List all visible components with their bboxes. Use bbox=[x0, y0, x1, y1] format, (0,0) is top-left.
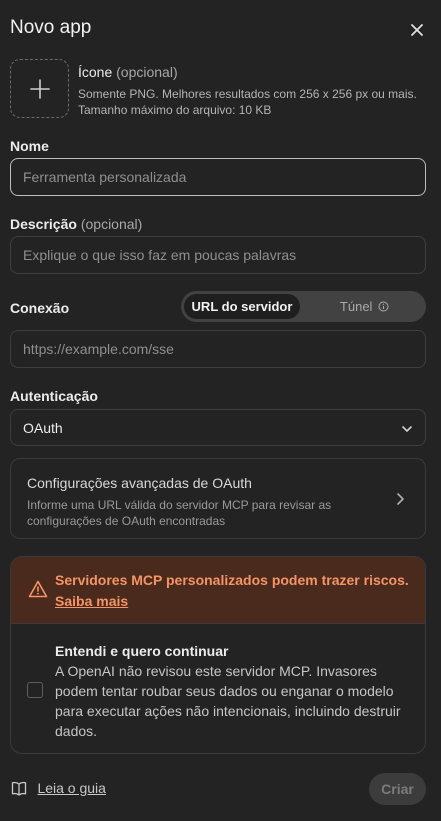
advanced-oauth-settings[interactable]: Configurações avançadas de OAuth Informe… bbox=[10, 458, 426, 539]
read-guide-label: Leia o guia bbox=[37, 780, 106, 796]
icon-upload-button[interactable] bbox=[10, 59, 69, 118]
connection-option-tunnel[interactable]: Túnel bbox=[306, 294, 423, 319]
risk-warning-banner: Servidores MCP personalizados podem traz… bbox=[11, 557, 425, 623]
description-label-text: Descrição bbox=[10, 216, 77, 232]
close-icon bbox=[411, 24, 423, 36]
icon-label: Ícone (opcional) bbox=[78, 64, 178, 80]
description-optional-text: (opcional) bbox=[80, 216, 143, 232]
connection-label: Conexão bbox=[10, 300, 70, 316]
chevron-down-icon bbox=[402, 426, 412, 432]
info-icon bbox=[378, 301, 389, 312]
name-label: Nome bbox=[10, 138, 49, 154]
close-button[interactable] bbox=[407, 20, 427, 40]
advanced-oauth-description: Informe uma URL válida do servidor MCP p… bbox=[27, 498, 332, 528]
warning-icon bbox=[28, 580, 48, 598]
learn-more-link[interactable]: Saiba mais bbox=[55, 593, 128, 609]
acknowledge-checkbox[interactable] bbox=[27, 682, 43, 698]
acknowledge-section: Entendi e quero continuar A OpenAI não r… bbox=[11, 623, 425, 753]
auth-select[interactable]: OAuth bbox=[10, 409, 426, 446]
tunnel-label: Túnel bbox=[339, 299, 373, 314]
plus-icon bbox=[30, 79, 50, 99]
icon-optional-text: (opcional) bbox=[116, 64, 178, 80]
dialog-title: Novo app bbox=[10, 17, 92, 38]
description-label: Descrição (opcional) bbox=[10, 216, 142, 232]
advanced-oauth-title: Configurações avançadas de OAuth bbox=[27, 475, 252, 491]
auth-selected-value: OAuth bbox=[23, 420, 63, 436]
description-input[interactable] bbox=[10, 236, 426, 274]
book-icon bbox=[11, 781, 27, 796]
risk-warning-message: Servidores MCP personalizados podem traz… bbox=[55, 572, 409, 588]
dialog-header: Novo app bbox=[10, 16, 431, 44]
name-input[interactable] bbox=[10, 158, 426, 196]
server-url-input[interactable] bbox=[10, 330, 426, 368]
risk-warning: Servidores MCP personalizados podem traz… bbox=[10, 556, 426, 754]
create-button[interactable]: Criar bbox=[369, 773, 426, 805]
acknowledge-body: A OpenAI não revisou este servidor MCP. … bbox=[55, 663, 401, 739]
chevron-right-icon bbox=[397, 493, 404, 505]
icon-label-text: Ícone bbox=[78, 64, 113, 80]
acknowledge-title: Entendi e quero continuar bbox=[55, 643, 229, 659]
icon-help-text: Somente PNG. Melhores resultados com 256… bbox=[78, 87, 417, 117]
new-app-dialog: Novo app Ícone (opcional) Somente PNG. M… bbox=[0, 0, 441, 821]
connection-toggle: URL do servidor Túnel bbox=[181, 291, 426, 322]
connection-option-server-url[interactable]: URL do servidor bbox=[184, 294, 300, 319]
read-guide-link[interactable]: Leia o guia bbox=[11, 780, 106, 798]
auth-label: Autenticação bbox=[10, 388, 98, 404]
